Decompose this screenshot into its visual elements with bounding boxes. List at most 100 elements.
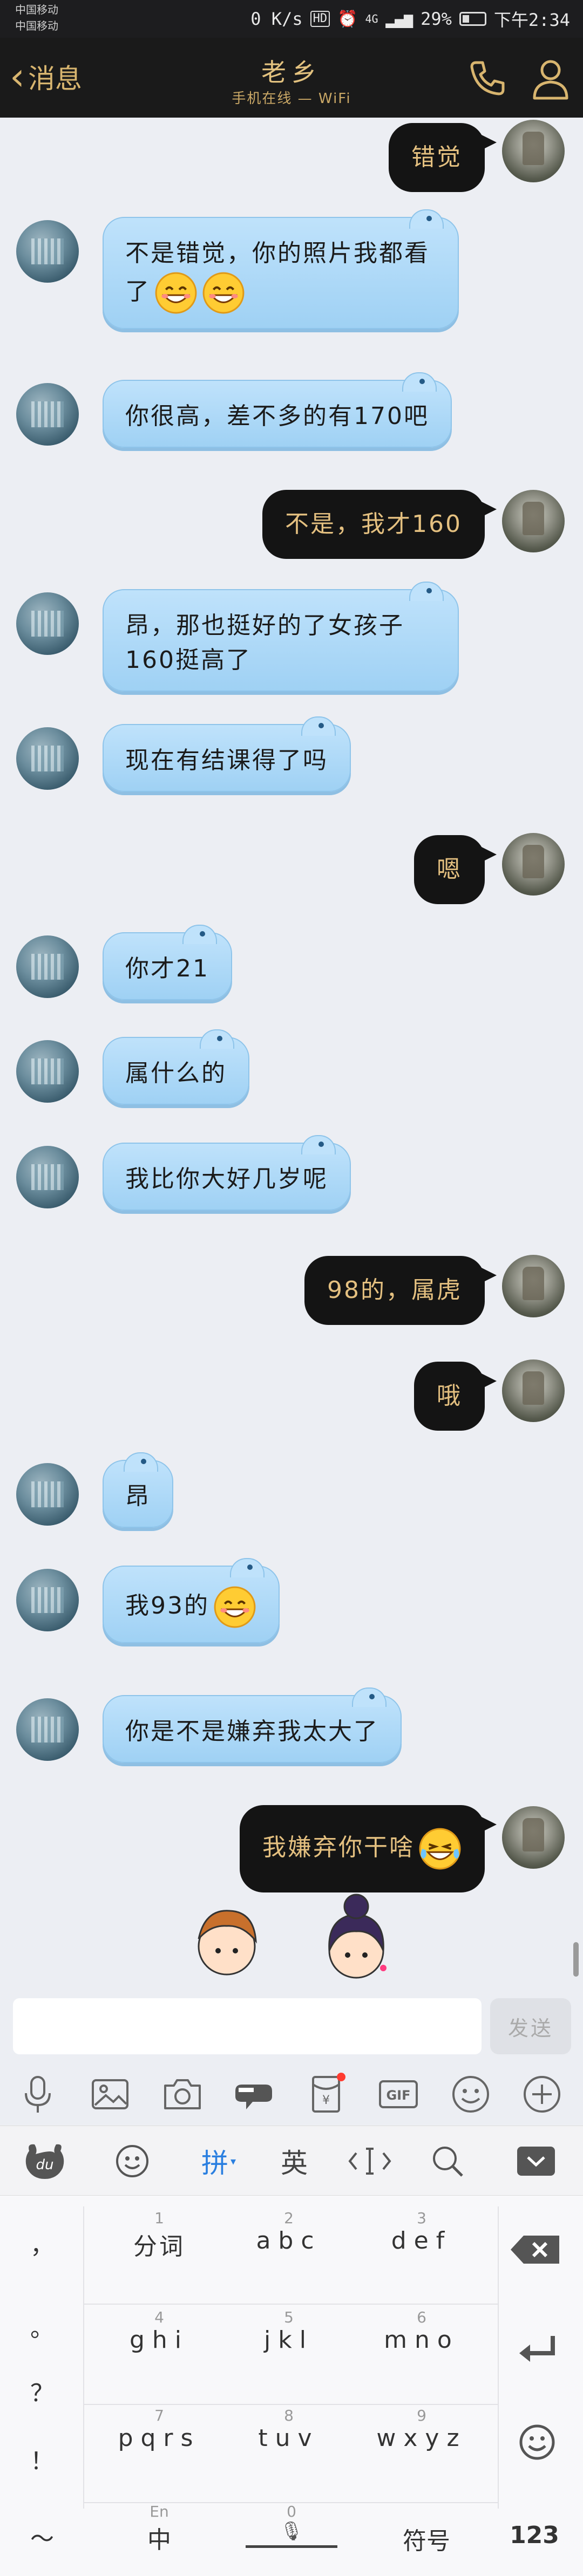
battery-percent: 29% bbox=[421, 9, 452, 29]
contact-avatar[interactable] bbox=[16, 727, 79, 790]
du-logo-icon[interactable]: du bbox=[22, 2140, 68, 2182]
message-me[interactable]: 嗯 bbox=[414, 835, 497, 904]
carrier-2: 中国移动 bbox=[15, 19, 58, 32]
punct-key[interactable]: ， bbox=[15, 2226, 69, 2260]
message-me[interactable]: 哦 bbox=[414, 1362, 497, 1431]
contact-avatar[interactable] bbox=[16, 592, 79, 655]
phone-icon[interactable] bbox=[465, 57, 509, 100]
key-8-tuv[interactable]: 8 tuv bbox=[227, 2407, 351, 2452]
space-key[interactable]: 0 🎙 bbox=[243, 2503, 340, 2548]
cursor-icon[interactable] bbox=[345, 2140, 394, 2182]
message-peer[interactable]: 现在有结课得了吗 bbox=[103, 716, 351, 792]
title-bar: ‹ 消息 老乡 手机在线 — WiFi bbox=[0, 38, 583, 118]
microphone-icon: 🎙 bbox=[280, 2520, 303, 2542]
red-packet-icon[interactable]: ¥ bbox=[303, 2072, 349, 2117]
contact-avatar[interactable] bbox=[16, 1040, 79, 1103]
contact-avatar[interactable] bbox=[16, 1146, 79, 1208]
my-avatar[interactable] bbox=[502, 1359, 565, 1422]
gif-icon[interactable]: GIF bbox=[376, 2072, 421, 2117]
svg-text:¥: ¥ bbox=[322, 2094, 330, 2107]
picture-icon[interactable] bbox=[87, 2072, 133, 2117]
scrollbar-thumb[interactable] bbox=[573, 1942, 579, 1977]
search-icon[interactable] bbox=[426, 2140, 469, 2182]
microphone-icon[interactable] bbox=[15, 2072, 60, 2117]
laugh-tears-emoji-icon bbox=[419, 1828, 461, 1870]
punct-key[interactable]: 。 bbox=[15, 2309, 69, 2343]
hongbao-icon[interactable] bbox=[231, 2072, 276, 2117]
message-peer[interactable]: 属什么的 bbox=[103, 1029, 249, 1105]
key-2-abc[interactable]: 2 abc bbox=[227, 2210, 351, 2255]
hide-keyboard-icon[interactable] bbox=[513, 2140, 559, 2182]
key-4-ghi[interactable]: 4 ghi bbox=[97, 2309, 221, 2354]
key-7-pqrs[interactable]: 7 pqrs bbox=[97, 2407, 221, 2452]
message-peer[interactable]: 你是不是嫌弃我太大了 bbox=[103, 1687, 402, 1763]
tilde-key[interactable]: ～ bbox=[15, 2519, 69, 2554]
backspace-icon[interactable] bbox=[507, 2228, 567, 2271]
contact-avatar[interactable] bbox=[16, 383, 79, 446]
my-avatar[interactable] bbox=[502, 1255, 565, 1317]
message-text: 不是，我才160 bbox=[285, 510, 462, 538]
message-text: 我比你大好几岁呢 bbox=[125, 1165, 328, 1193]
message-text: 嗯 bbox=[437, 856, 462, 883]
enter-icon[interactable] bbox=[507, 2328, 567, 2372]
message-peer[interactable]: 我比你大好几岁呢 bbox=[103, 1135, 351, 1211]
emoji-key-icon[interactable] bbox=[513, 2418, 561, 2466]
couple-sticker-icon bbox=[198, 1894, 387, 1979]
message-peer[interactable]: 我93的 bbox=[103, 1558, 280, 1643]
contact-avatar[interactable] bbox=[16, 1698, 79, 1761]
punct-key[interactable]: ！ bbox=[15, 2442, 69, 2476]
my-avatar[interactable] bbox=[502, 120, 565, 182]
chat-toolbar: ¥ GIF bbox=[0, 2061, 583, 2126]
grin-emoji-icon bbox=[214, 1586, 256, 1628]
message-me[interactable]: 我嫌弃你干啥 bbox=[240, 1805, 497, 1892]
contact-avatar[interactable] bbox=[16, 1569, 79, 1631]
carrier-1: 中国移动 bbox=[15, 3, 58, 16]
message-text: 你很高，差不多的有170吧 bbox=[125, 402, 429, 430]
key-3-def[interactable]: 3 def bbox=[360, 2210, 484, 2255]
signal-icon: ▂▄▆ bbox=[385, 10, 413, 28]
contact-avatar[interactable] bbox=[16, 935, 79, 998]
send-button[interactable]: 发送 bbox=[490, 1998, 571, 2054]
message-peer[interactable]: 不是错觉，你的照片我都看 了 bbox=[103, 209, 459, 329]
profile-icon[interactable] bbox=[529, 56, 572, 101]
my-avatar[interactable] bbox=[502, 1806, 565, 1869]
english-mode-button[interactable]: 英 bbox=[270, 2140, 318, 2182]
message-peer[interactable]: 你才21 bbox=[103, 925, 232, 1000]
message-me[interactable]: 错觉 bbox=[389, 123, 497, 192]
chinese-english-switch[interactable]: En 中 bbox=[124, 2503, 194, 2555]
message-text: 98的，属虎 bbox=[327, 1276, 462, 1304]
numbers-key[interactable]: 123 bbox=[502, 2522, 567, 2549]
key-6-mno[interactable]: 6 mno bbox=[360, 2309, 484, 2354]
message-text: 你才21 bbox=[125, 955, 209, 982]
key-9-wxyz[interactable]: 9 wxyz bbox=[360, 2407, 484, 2452]
contact-avatar[interactable] bbox=[16, 1463, 79, 1526]
message-text: 哦 bbox=[437, 1382, 462, 1410]
smiley-icon[interactable] bbox=[448, 2072, 493, 2117]
message-peer[interactable]: 昂 bbox=[103, 1452, 173, 1528]
pinyin-label: 拼 bbox=[201, 2148, 228, 2179]
message-list[interactable]: 错觉 不是错觉，你的照片我都看 了 你很高，差不多的有170吧 不是，我才160… bbox=[0, 118, 583, 1990]
message-input[interactable] bbox=[13, 1998, 482, 2054]
key-1-fenci[interactable]: 1 分词 bbox=[97, 2210, 221, 2261]
symbols-key[interactable]: 符号 bbox=[389, 2522, 464, 2556]
caret-down-icon: ▾ bbox=[230, 2155, 236, 2168]
punct-key[interactable]: ？ bbox=[15, 2374, 69, 2408]
my-avatar[interactable] bbox=[502, 833, 565, 896]
message-me[interactable]: 不是，我才160 bbox=[262, 490, 497, 559]
pinyin-mode-button[interactable]: 拼 ▾ bbox=[189, 2140, 248, 2182]
message-text: 昂，那也挺好的了女孩子 160挺高了 bbox=[125, 612, 404, 674]
key-5-jkl[interactable]: 5 jkl bbox=[227, 2309, 351, 2354]
message-me[interactable]: 98的，属虎 bbox=[304, 1256, 497, 1325]
my-avatar[interactable] bbox=[502, 490, 565, 552]
clock: 下午2:34 bbox=[493, 10, 570, 30]
message-text: 属什么的 bbox=[125, 1060, 227, 1087]
keyboard: ， 。 ？ ！ ～ 1 分词 2 abc 3 def 4 ghi 5 jkl 6 mno 7… bbox=[0, 2196, 583, 2576]
message-peer[interactable]: 你很高，差不多的有170吧 bbox=[103, 372, 452, 448]
emoji-face-icon[interactable] bbox=[111, 2140, 153, 2182]
contact-avatar[interactable] bbox=[16, 220, 79, 283]
message-peer[interactable]: 昂，那也挺好的了女孩子 160挺高了 bbox=[103, 582, 459, 692]
message-text: 现在有结课得了吗 bbox=[125, 747, 328, 774]
plus-icon[interactable] bbox=[519, 2072, 565, 2117]
camera-icon[interactable] bbox=[160, 2072, 205, 2117]
message-text: 错觉 bbox=[411, 144, 462, 171]
